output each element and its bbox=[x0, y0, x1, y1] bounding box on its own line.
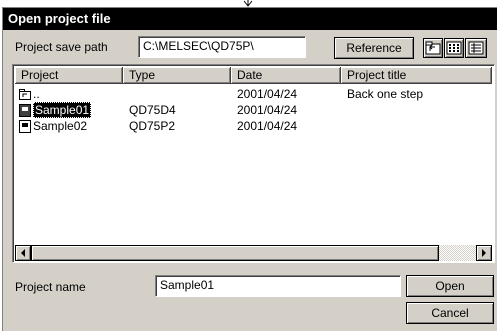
details-view-icon bbox=[468, 41, 484, 55]
save-path-field[interactable]: C:\MELSEC\QD75P\ bbox=[138, 36, 306, 58]
list-item-date: 2001/04/24 bbox=[237, 103, 298, 117]
project-name-label: Project name bbox=[15, 280, 86, 294]
list-item-type: QD75P2 bbox=[129, 119, 176, 133]
list-item-title: Back one step bbox=[347, 87, 424, 101]
scrollbar-thumb[interactable] bbox=[31, 245, 439, 261]
list-item-project: Sample01 bbox=[33, 102, 92, 118]
reference-button[interactable]: Reference bbox=[334, 37, 414, 59]
scroll-left-icon bbox=[21, 249, 25, 257]
column-project-title[interactable]: Project title bbox=[341, 67, 492, 84]
dialog-title: Open project file bbox=[3, 8, 497, 30]
project-name-input[interactable]: Sample01 bbox=[155, 275, 401, 297]
scroll-right-button[interactable] bbox=[476, 245, 492, 261]
list-header: Project Type Date Project title bbox=[15, 67, 492, 84]
cancel-button[interactable]: Cancel bbox=[406, 302, 494, 324]
list-item-type: QD75D4 bbox=[129, 103, 176, 117]
column-type[interactable]: Type bbox=[123, 67, 231, 84]
up-one-level-icon bbox=[425, 41, 441, 55]
save-path-label: Project save path bbox=[15, 40, 108, 54]
column-date[interactable]: Date bbox=[231, 67, 341, 84]
scroll-left-button[interactable] bbox=[15, 245, 31, 261]
scrollbar-track[interactable] bbox=[439, 245, 476, 261]
project-name-value: Sample01 bbox=[160, 278, 215, 292]
list-view-icon bbox=[446, 41, 462, 55]
list-item-project: Sample02 bbox=[33, 119, 88, 133]
details-view-button[interactable] bbox=[465, 38, 487, 58]
list-item[interactable]: .. 2001/04/24 Back one step bbox=[15, 86, 492, 102]
list-view-button[interactable] bbox=[444, 38, 464, 58]
open-button[interactable]: Open bbox=[406, 275, 494, 297]
project-list[interactable]: Project Type Date Project title .. 2001/… bbox=[12, 64, 495, 263]
list-item-date: 2001/04/24 bbox=[237, 119, 298, 133]
column-project[interactable]: Project bbox=[15, 67, 123, 84]
project-file-icon bbox=[19, 103, 31, 117]
save-path-value: C:\MELSEC\QD75P\ bbox=[143, 39, 254, 53]
horizontal-scrollbar[interactable] bbox=[15, 245, 492, 261]
project-file-icon bbox=[19, 119, 31, 133]
list-item[interactable]: Sample01 QD75D4 2001/04/24 bbox=[15, 102, 492, 118]
list-item[interactable]: Sample02 QD75P2 2001/04/24 bbox=[15, 118, 492, 134]
up-one-level-button[interactable] bbox=[423, 38, 443, 58]
list-item-date: 2001/04/24 bbox=[237, 87, 298, 101]
scroll-right-icon bbox=[482, 249, 486, 257]
up-folder-icon bbox=[19, 88, 31, 100]
list-item-project: .. bbox=[33, 87, 40, 101]
